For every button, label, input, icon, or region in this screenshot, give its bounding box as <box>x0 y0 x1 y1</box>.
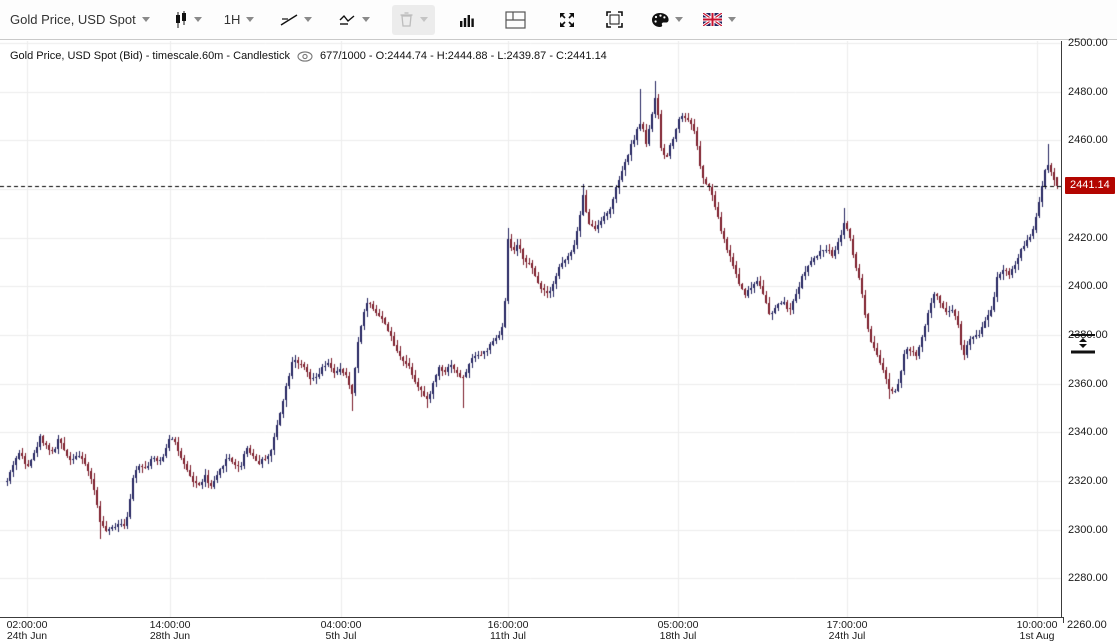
price-axis-label: 2460.00 <box>1068 134 1108 146</box>
layout-grid-icon <box>505 11 526 29</box>
crop-frame-button[interactable] <box>606 5 623 35</box>
delete-drawing-button-disabled[interactable] <box>392 5 435 35</box>
crop-frame-icon <box>606 11 623 28</box>
candlestick-icon <box>174 11 188 29</box>
expand-arrows-icon <box>558 11 576 29</box>
chart-legend-row: Gold Price, USD Spot (Bid) - timescale.6… <box>10 50 607 62</box>
palette-icon <box>651 12 669 28</box>
price-axis-label: 2280.00 <box>1068 572 1108 584</box>
time-axis-label: 04:00:005th Jul <box>321 620 362 642</box>
symbol-label: Gold Price, USD Spot <box>10 12 136 27</box>
volume-bars-icon <box>459 12 475 28</box>
trendline-tool-button[interactable] <box>280 5 312 35</box>
eye-icon[interactable] <box>297 51 313 62</box>
time-axis-label: 02:00:0024th Jun <box>7 620 48 642</box>
current-price-tag: 2441.14 <box>1065 177 1115 194</box>
chart-type-button[interactable] <box>174 5 202 35</box>
indicator-zigzag-icon <box>338 12 356 28</box>
time-axis-line <box>0 617 1064 618</box>
time-axis-end-tick <box>1063 617 1064 623</box>
chevron-down-icon <box>304 17 312 22</box>
theme-palette-button[interactable] <box>651 5 683 35</box>
volume-button[interactable] <box>459 5 475 35</box>
time-axis-label: 14:00:0028th Jun <box>150 620 191 642</box>
uk-flag-icon <box>703 13 722 26</box>
price-axis-label: 2420.00 <box>1068 232 1108 244</box>
price-axis-label: 2500.00 <box>1068 37 1108 49</box>
time-axis-label: 17:00:0024th Jul <box>827 620 868 642</box>
language-selector[interactable] <box>703 5 736 35</box>
chevron-down-icon <box>728 17 736 22</box>
price-axis-label: 2340.00 <box>1068 426 1108 438</box>
chart-area: Gold Price, USD Spot (Bid) - timescale.6… <box>0 41 1117 644</box>
chart-stats-text: 677/1000 - O:2444.74 - H:2444.88 - L:243… <box>320 50 607 62</box>
trendline-icon <box>280 12 298 28</box>
time-axis-label: 10:00:001st Aug <box>1017 620 1058 642</box>
chevron-down-icon <box>194 17 202 22</box>
indicators-button[interactable] <box>338 5 370 35</box>
corner-price-label: 2260.00 <box>1067 619 1107 631</box>
interval-selector[interactable]: 1H <box>224 5 255 35</box>
chevron-down-icon <box>142 17 150 22</box>
price-axis-zoom-widget[interactable] <box>1070 333 1096 360</box>
price-axis[interactable]: 2500.002480.002460.002440.002420.002400.… <box>1061 41 1117 618</box>
interval-label: 1H <box>224 12 241 27</box>
time-axis-label: 05:00:0018th Jul <box>658 620 699 642</box>
price-axis-label: 2300.00 <box>1068 524 1108 536</box>
chart-title-text: Gold Price, USD Spot (Bid) - timescale.6… <box>10 50 290 62</box>
chevron-down-icon <box>246 17 254 22</box>
price-axis-label: 2320.00 <box>1068 475 1108 487</box>
chevron-down-icon <box>420 17 428 22</box>
price-chart-canvas[interactable] <box>0 41 1061 618</box>
chevron-down-icon <box>362 17 370 22</box>
price-axis-label: 2400.00 <box>1068 280 1108 292</box>
price-axis-label: 2480.00 <box>1068 86 1108 98</box>
time-axis-label: 16:00:0011th Jul <box>488 620 529 642</box>
symbol-selector[interactable]: Gold Price, USD Spot <box>10 5 150 35</box>
price-axis-label: 2360.00 <box>1068 378 1108 390</box>
top-toolbar: Gold Price, USD Spot 1H <box>0 0 1117 40</box>
fullscreen-button[interactable] <box>558 5 576 35</box>
time-axis[interactable]: 02:00:0024th Jun 14:00:0028th Jun 04:00:00… <box>0 618 1117 644</box>
layout-grid-button[interactable] <box>505 5 526 35</box>
chevron-down-icon <box>675 17 683 22</box>
price-axis-line <box>1061 41 1062 618</box>
trash-icon <box>399 11 414 28</box>
